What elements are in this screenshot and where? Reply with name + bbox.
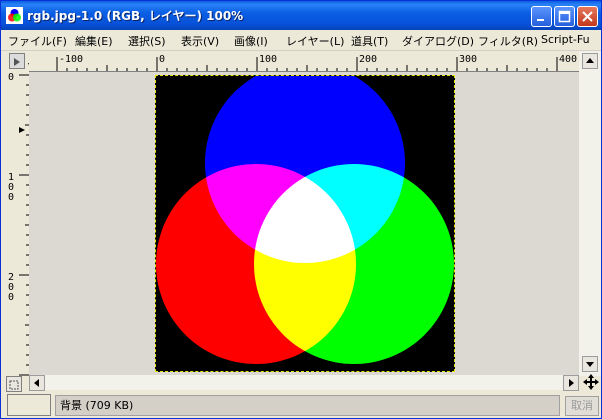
- vertical-ruler-ticks: [19, 74, 29, 376]
- arrow-up-icon: [586, 58, 594, 63]
- horizontal-ruler-ticks: [56, 57, 558, 71]
- scroll-down-button[interactable]: [582, 356, 598, 372]
- ruler-label: 200: [359, 54, 378, 65]
- cancel-button[interactable]: 取消: [565, 396, 599, 416]
- green-circle: [254, 164, 454, 364]
- zoom-corner-icon: [9, 380, 19, 390]
- ruler-label: 100: [8, 172, 15, 203]
- menu-select[interactable]: 選択(S): [128, 33, 166, 49]
- triangle-right-icon: [14, 58, 20, 66]
- scroll-right-button[interactable]: [563, 375, 579, 391]
- scroll-left-button[interactable]: [29, 375, 45, 391]
- pointer-coordinates-box: [7, 394, 51, 416]
- menu-filters[interactable]: フィルタ(R): [478, 33, 538, 49]
- horizontal-ruler[interactable]: -100 0 100 200 300 400: [29, 51, 579, 72]
- close-button[interactable]: [577, 6, 598, 27]
- canvas-area[interactable]: [29, 72, 579, 376]
- menu-edit[interactable]: 編集(E): [75, 33, 113, 49]
- image-area: -100 0 100 200 300 400 0 100 200: [1, 51, 601, 376]
- menu-dialogs[interactable]: ダイアログ(D): [402, 33, 474, 49]
- arrow-right-icon: [569, 379, 574, 387]
- ruler-label: 300: [459, 54, 478, 65]
- menu-file[interactable]: ファイル(F): [8, 33, 67, 49]
- arrow-left-icon: [34, 379, 39, 387]
- scroll-up-button[interactable]: [582, 53, 598, 69]
- window-title: rgb.jpg-1.0 (RGB, レイヤー) 100%: [27, 9, 244, 23]
- title-bar[interactable]: rgb.jpg-1.0 (RGB, レイヤー) 100%: [1, 1, 601, 30]
- quick-mask-corner-button[interactable]: [9, 53, 25, 69]
- menu-script-fu[interactable]: Script-Fu: [541, 33, 590, 46]
- ruler-label: 0: [8, 72, 15, 83]
- status-bar: 背景 (709 KB) 取消: [1, 392, 601, 418]
- rgb-circles: [156, 76, 454, 371]
- minimize-icon: [537, 19, 544, 21]
- navigate-button[interactable]: [581, 373, 601, 393]
- minimize-button[interactable]: [531, 6, 552, 27]
- vertical-scrollbar[interactable]: [579, 51, 601, 376]
- ruler-label: -100: [59, 54, 84, 65]
- arrow-down-icon: [586, 362, 594, 367]
- menu-layer[interactable]: レイヤー(L): [286, 33, 344, 49]
- maximize-icon: [558, 10, 571, 23]
- close-icon: [582, 11, 593, 22]
- move-navigate-icon: [583, 374, 599, 390]
- maximize-button[interactable]: [554, 6, 575, 27]
- menu-view[interactable]: 表示(V): [181, 33, 219, 49]
- ruler-label: 200: [8, 272, 15, 303]
- horizontal-scrollbar[interactable]: [29, 375, 579, 391]
- rgb-image[interactable]: [155, 75, 455, 372]
- image-window: rgb.jpg-1.0 (RGB, レイヤー) 100% ファイル(F) 編集(…: [0, 0, 602, 419]
- ruler-label: 400: [559, 54, 578, 65]
- ruler-label: 100: [259, 54, 278, 65]
- vertical-ruler[interactable]: 0 100 200: [5, 71, 30, 376]
- menu-tools[interactable]: 道具(T): [351, 33, 388, 49]
- menu-image[interactable]: 画像(I): [234, 33, 268, 49]
- ruler-label: 0: [159, 54, 166, 65]
- zoom-to-fit-button[interactable]: [6, 376, 22, 392]
- gimp-app-icon[interactable]: [6, 7, 23, 24]
- menu-bar: ファイル(F) 編集(E) 選択(S) 表示(V) 画像(I) レイヤー(L) …: [1, 30, 601, 51]
- status-text: 背景 (709 KB): [55, 395, 560, 416]
